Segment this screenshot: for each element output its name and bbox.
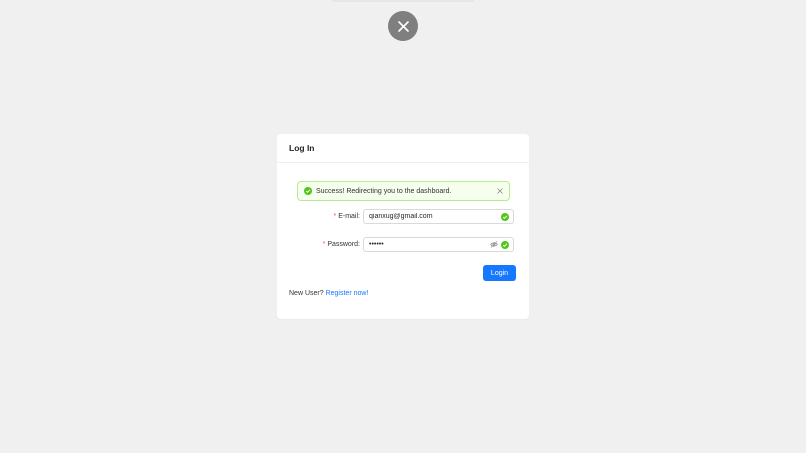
check-circle-icon	[501, 212, 509, 221]
new-user-text: New User?	[289, 290, 324, 297]
required-mark: *	[322, 241, 326, 248]
label-colon: :	[358, 213, 360, 220]
close-overlay-button[interactable]	[388, 11, 418, 41]
close-icon	[397, 20, 409, 32]
email-value: qianxug@gmail.com	[369, 213, 433, 220]
alert-message: Success! Redirecting you to the dashboar…	[316, 187, 452, 195]
required-mark: *	[333, 213, 337, 220]
password-label-text: Password	[327, 241, 359, 248]
email-label: * E-mail:	[277, 213, 363, 220]
close-icon	[497, 188, 503, 194]
register-link[interactable]: Register now!	[326, 290, 369, 297]
email-field[interactable]: qianxug@gmail.com	[363, 209, 514, 224]
password-form-row: * Password: ••••••	[277, 236, 529, 253]
email-label-text: E-mail	[338, 213, 359, 220]
password-field[interactable]: ••••••	[363, 237, 514, 252]
label-colon: :	[358, 241, 360, 248]
check-circle-icon	[501, 240, 509, 249]
card-title: Log In	[277, 134, 529, 163]
password-label: * Password:	[277, 241, 363, 248]
login-card: Log In Success! Redirecting you to the d…	[277, 134, 529, 319]
register-prompt: New User? Register now!	[289, 290, 368, 297]
login-button[interactable]: Login	[483, 265, 516, 281]
success-alert: Success! Redirecting you to the dashboar…	[297, 181, 510, 201]
email-form-row: * E-mail: qianxug@gmail.com	[277, 208, 529, 225]
eye-invisible-icon[interactable]	[490, 241, 498, 248]
check-circle-icon	[304, 187, 312, 195]
top-edge-bar	[332, 0, 474, 2]
alert-close-button[interactable]	[497, 188, 503, 194]
password-value: ••••••	[369, 241, 384, 248]
